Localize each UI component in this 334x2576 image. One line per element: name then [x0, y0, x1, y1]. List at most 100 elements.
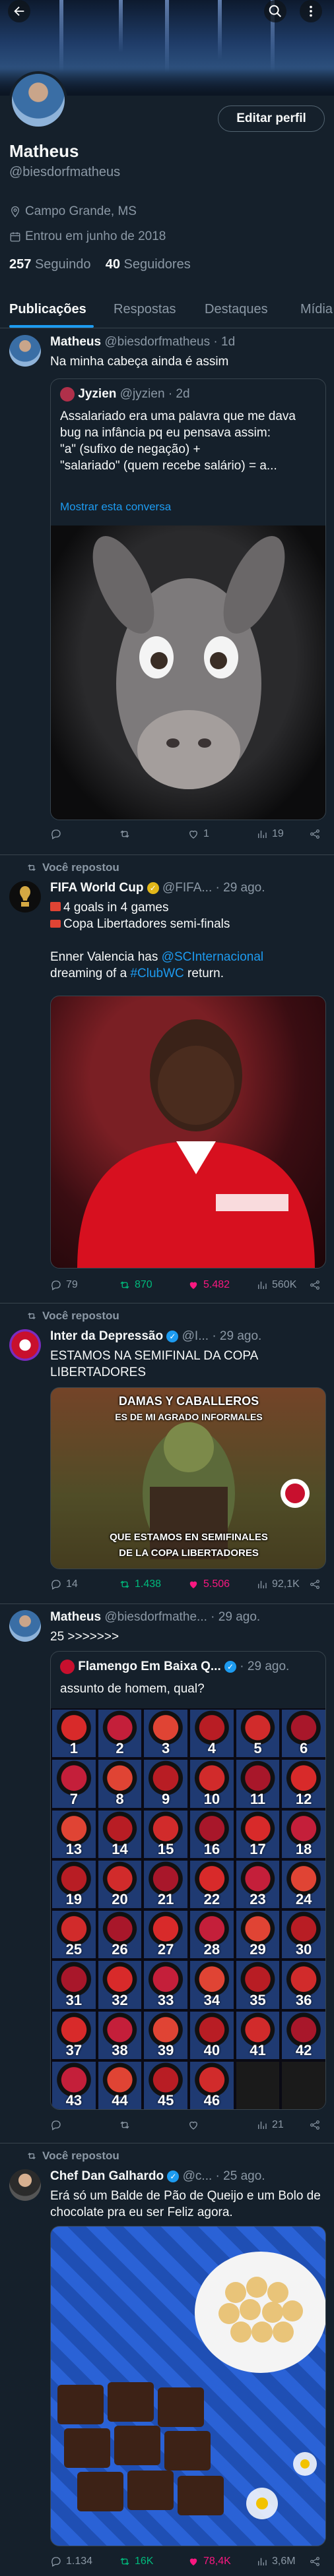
- meme-bottom-line2: DE LA COPA LIBERTADORES: [119, 1547, 259, 1559]
- grid-cell: 40: [190, 2011, 234, 2059]
- like-button[interactable]: 78,4K: [187, 2556, 256, 2567]
- quote-header: Jyzien @jyzien · 2d: [60, 387, 317, 402]
- grid-cell: 37: [52, 2011, 96, 2059]
- edit-profile-button[interactable]: Editar perfil: [218, 105, 325, 132]
- author-name[interactable]: FIFA World Cup: [50, 881, 143, 895]
- quoted-post[interactable]: Flamengo Em Baixa Q... ✓ · 29 ago. assun…: [50, 1651, 326, 2110]
- quoted-post[interactable]: Jyzien @jyzien · 2d Assalariado era uma …: [50, 378, 326, 820]
- grid-cell: 11: [236, 1760, 280, 1808]
- repost-button[interactable]: [119, 828, 187, 840]
- back-button[interactable]: [8, 0, 30, 22]
- tab-highlights[interactable]: Destaques: [205, 290, 268, 328]
- post-time[interactable]: · 25 ago.: [216, 2169, 265, 2183]
- like-button[interactable]: [187, 2119, 256, 2131]
- share-button[interactable]: [309, 828, 321, 840]
- reply-button[interactable]: [50, 828, 119, 840]
- search-button[interactable]: [264, 0, 286, 22]
- grid-cell: 44: [98, 2061, 142, 2109]
- meme-image[interactable]: DAMAS Y CABALLEROS ES DE MI AGRADO INFOR…: [50, 1387, 326, 1569]
- views-button[interactable]: 3,6M: [256, 2556, 309, 2567]
- post-time[interactable]: · 29 ago.: [211, 1610, 260, 1624]
- joined-text: Entrou em junho de 2018: [25, 229, 166, 243]
- post-actions: 1.134 16K 78,4K 3,6M: [50, 2556, 326, 2567]
- heart-icon: [189, 2121, 197, 2130]
- grid-cell: 3: [144, 1710, 187, 1758]
- repost-button[interactable]: [119, 2119, 187, 2131]
- grid-cell: 9: [144, 1760, 187, 1808]
- author-name[interactable]: Inter da Depressão: [50, 1329, 163, 1343]
- grid-cell: 21: [144, 1860, 187, 1908]
- like-button[interactable]: 5.482: [187, 1279, 256, 1291]
- post-actions: 1 19: [50, 828, 326, 840]
- grid-cell: [282, 2061, 325, 2109]
- show-conversation-link[interactable]: Mostrar esta conversa: [60, 500, 171, 514]
- views-button[interactable]: 92,1K: [256, 1578, 309, 1590]
- grid-cell: 19: [52, 1860, 96, 1908]
- tab-replies[interactable]: Respostas: [114, 290, 176, 328]
- avatar[interactable]: [9, 1329, 41, 1361]
- author-handle[interactable]: @c...: [183, 2169, 213, 2183]
- share-button[interactable]: [309, 1578, 321, 1590]
- mention-link[interactable]: @SCInternacional: [162, 950, 263, 964]
- share-button[interactable]: [309, 1279, 321, 1291]
- tab-posts[interactable]: Publicações: [9, 290, 86, 328]
- post-text: 4 goals in 4 games Copa Libertadores sem…: [50, 901, 264, 980]
- profile-avatar[interactable]: [9, 71, 67, 129]
- author-handle[interactable]: @FIFA...: [162, 881, 212, 895]
- like-button[interactable]: 1: [187, 828, 256, 840]
- share-button[interactable]: [309, 2119, 321, 2131]
- repost-button[interactable]: 16K: [119, 2556, 187, 2567]
- avatar[interactable]: [9, 1610, 41, 1642]
- author-name[interactable]: Matheus: [50, 335, 101, 349]
- divider: [0, 854, 334, 855]
- repost-icon: [120, 1580, 129, 1588]
- post-actions: 21: [50, 2119, 326, 2131]
- donkey-image[interactable]: [51, 525, 325, 820]
- profile-name: Matheus: [9, 141, 79, 161]
- grid-cell: 31: [52, 1961, 96, 2009]
- views-button[interactable]: 19: [256, 828, 309, 840]
- author-handle[interactable]: @I...: [182, 1329, 209, 1343]
- following-link[interactable]: 257 Seguindo: [9, 257, 90, 272]
- reply-button[interactable]: 79: [50, 1279, 119, 1291]
- reply-button[interactable]: 14: [50, 1578, 119, 1590]
- tab-media[interactable]: Mídia: [300, 290, 334, 328]
- hashtag-link[interactable]: #ClubWC: [130, 967, 184, 980]
- post-time[interactable]: · 29 ago.: [216, 881, 265, 895]
- food-photo[interactable]: [50, 2226, 326, 2546]
- heart-icon: [189, 830, 197, 839]
- donkey-illustration: [92, 536, 285, 789]
- followers-link[interactable]: 40 Seguidores: [106, 257, 191, 272]
- more-options-button[interactable]: [300, 0, 322, 22]
- post-time[interactable]: · 29 ago.: [212, 1329, 261, 1343]
- author-handle[interactable]: @biesdorfmatheus: [104, 335, 210, 349]
- profile-location: Campo Grande, MS: [9, 204, 137, 219]
- post-text: ESTAMOS NA SEMIFINAL DA COPA LIBERTADORE…: [50, 1349, 258, 1379]
- post-actions: 79 870 5.482 560K: [50, 1279, 326, 1291]
- like-button[interactable]: 5.506: [187, 1578, 256, 1590]
- views-button[interactable]: 21: [256, 2119, 309, 2131]
- avatar[interactable]: [9, 2169, 41, 2201]
- meme-top-line2: ES DE MI AGRADO INFORMALES: [115, 1412, 263, 1422]
- more-vertical-icon: [310, 5, 312, 17]
- author-name[interactable]: Matheus: [50, 1610, 101, 1624]
- avatar[interactable]: [9, 881, 41, 913]
- repost-button[interactable]: 870: [119, 1279, 187, 1291]
- grid-cell: 13: [52, 1810, 96, 1858]
- player-photo[interactable]: [50, 996, 326, 1269]
- grid-cell: 35: [236, 1961, 280, 2009]
- author-name[interactable]: Chef Dan Galhardo: [50, 2169, 164, 2183]
- views-button[interactable]: 560K: [256, 1279, 309, 1291]
- post-time[interactable]: · 1d: [213, 335, 235, 349]
- reply-button[interactable]: [50, 2119, 119, 2131]
- post-header: FIFA World Cup ✓ @FIFA... · 29 ago.: [50, 881, 326, 895]
- author-handle[interactable]: @biesdorfmathe...: [104, 1610, 207, 1624]
- grid-cell: 34: [190, 1961, 234, 2009]
- verified-badge-icon: ✓: [147, 882, 159, 894]
- ranger-grid-image[interactable]: 1 2 3 4 5 6 7 8 9 10 11 12 13 14 15 16 17 18 19 20 21 22 23 24 2…: [51, 1708, 325, 2109]
- share-button[interactable]: [309, 2556, 321, 2567]
- grid-cell: 2: [98, 1710, 142, 1758]
- reply-button[interactable]: 1.134: [50, 2556, 119, 2567]
- repost-button[interactable]: 1.438: [119, 1578, 187, 1590]
- avatar[interactable]: [9, 335, 41, 367]
